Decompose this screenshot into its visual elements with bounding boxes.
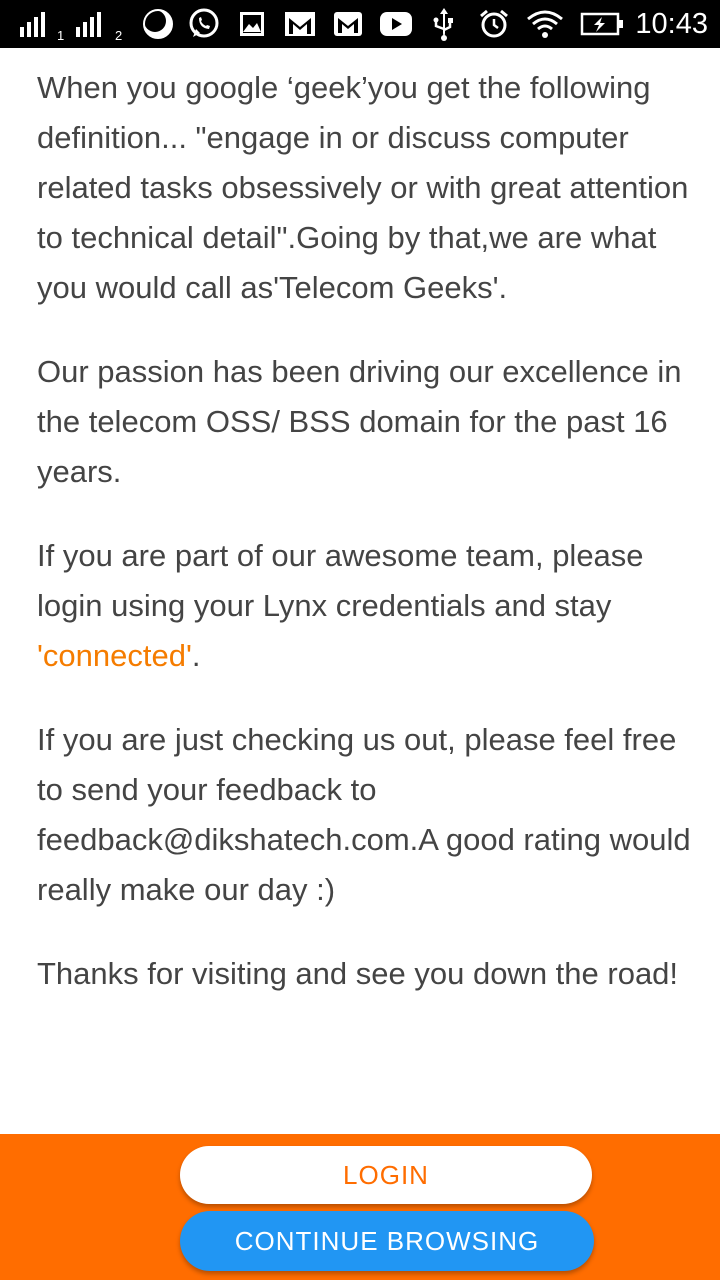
signal-sim2-icon xyxy=(70,0,114,48)
youtube-icon xyxy=(376,0,416,48)
wifi-icon xyxy=(522,0,568,48)
sim2-label: 2 xyxy=(115,28,123,43)
paragraph-feedback: If you are just checking us out, please … xyxy=(37,722,691,907)
about-content: When you google ‘geek’you get the follow… xyxy=(37,63,697,1033)
paragraph-login-period: . xyxy=(191,638,201,673)
continue-browsing-button[interactable]: CONTINUE BROWSING xyxy=(180,1211,594,1271)
gmail-icon xyxy=(280,0,320,48)
bottom-action-bar: LOGIN CONTINUE BROWSING xyxy=(0,1134,720,1280)
sim1-label: 1 xyxy=(57,28,65,43)
paragraph-passion: Our passion has been driving our excelle… xyxy=(37,354,682,489)
battery-charging-icon xyxy=(578,0,628,48)
paragraph-geek-definition: When you google ‘geek’you get the follow… xyxy=(37,70,689,305)
whatsapp-icon xyxy=(184,0,224,48)
gallery-icon xyxy=(234,0,270,48)
usb-icon xyxy=(426,0,462,48)
paragraph-thanks: Thanks for visiting and see you down the… xyxy=(37,956,679,991)
do-not-disturb-moon-icon xyxy=(138,0,178,48)
paragraph-login-text: If you are part of our awesome team, ple… xyxy=(37,538,644,623)
gmail-icon xyxy=(328,0,368,48)
status-bar: 1 2 10:43 xyxy=(0,0,720,48)
signal-sim1-icon xyxy=(14,0,58,48)
clock-time: 10:43 xyxy=(635,8,708,40)
paragraph-login-invite: If you are part of our awesome team, ple… xyxy=(37,531,697,681)
login-button[interactable]: LOGIN xyxy=(180,1146,592,1204)
connected-highlight: 'connected' xyxy=(37,638,192,673)
alarm-icon xyxy=(474,0,514,48)
